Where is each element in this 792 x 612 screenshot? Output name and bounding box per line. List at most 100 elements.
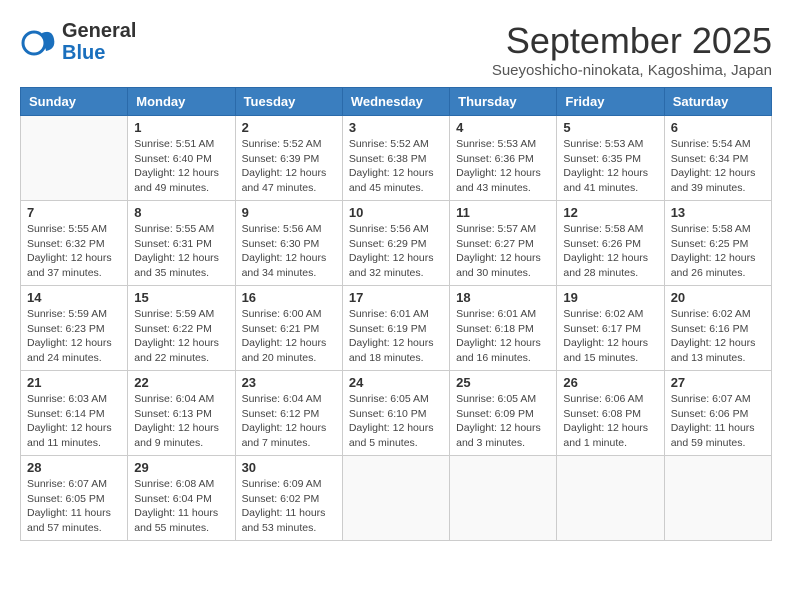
day-number: 21 bbox=[27, 375, 121, 390]
day-number: 29 bbox=[134, 460, 228, 475]
logo-icon bbox=[20, 23, 58, 61]
logo-blue: Blue bbox=[62, 42, 136, 64]
calendar-cell: 15 Sunrise: 5:59 AM Sunset: 6:22 PM Dayl… bbox=[128, 286, 235, 371]
day-info: Sunrise: 5:59 AM Sunset: 6:22 PM Dayligh… bbox=[134, 307, 228, 366]
day-number: 27 bbox=[671, 375, 765, 390]
day-info: Sunrise: 5:54 AM Sunset: 6:34 PM Dayligh… bbox=[671, 137, 765, 196]
day-number: 24 bbox=[349, 375, 443, 390]
day-number: 6 bbox=[671, 120, 765, 135]
day-info: Sunrise: 5:58 AM Sunset: 6:26 PM Dayligh… bbox=[563, 222, 657, 281]
weekday-tuesday: Tuesday bbox=[235, 88, 342, 116]
calendar-cell: 11 Sunrise: 5:57 AM Sunset: 6:27 PM Dayl… bbox=[450, 201, 557, 286]
day-number: 22 bbox=[134, 375, 228, 390]
calendar-cell bbox=[21, 116, 128, 201]
day-info: Sunrise: 5:57 AM Sunset: 6:27 PM Dayligh… bbox=[456, 222, 550, 281]
day-number: 2 bbox=[242, 120, 336, 135]
day-info: Sunrise: 6:01 AM Sunset: 6:19 PM Dayligh… bbox=[349, 307, 443, 366]
day-info: Sunrise: 5:53 AM Sunset: 6:35 PM Dayligh… bbox=[563, 137, 657, 196]
calendar-cell bbox=[342, 456, 449, 541]
day-info: Sunrise: 5:52 AM Sunset: 6:38 PM Dayligh… bbox=[349, 137, 443, 196]
weekday-saturday: Saturday bbox=[664, 88, 771, 116]
day-number: 15 bbox=[134, 290, 228, 305]
day-number: 14 bbox=[27, 290, 121, 305]
calendar-cell: 21 Sunrise: 6:03 AM Sunset: 6:14 PM Dayl… bbox=[21, 371, 128, 456]
day-info: Sunrise: 6:05 AM Sunset: 6:10 PM Dayligh… bbox=[349, 392, 443, 451]
day-info: Sunrise: 6:04 AM Sunset: 6:13 PM Dayligh… bbox=[134, 392, 228, 451]
weekday-thursday: Thursday bbox=[450, 88, 557, 116]
day-info: Sunrise: 6:02 AM Sunset: 6:16 PM Dayligh… bbox=[671, 307, 765, 366]
day-number: 7 bbox=[27, 205, 121, 220]
calendar-cell: 18 Sunrise: 6:01 AM Sunset: 6:18 PM Dayl… bbox=[450, 286, 557, 371]
calendar-week-5: 28 Sunrise: 6:07 AM Sunset: 6:05 PM Dayl… bbox=[21, 456, 772, 541]
day-info: Sunrise: 5:58 AM Sunset: 6:25 PM Dayligh… bbox=[671, 222, 765, 281]
day-number: 11 bbox=[456, 205, 550, 220]
day-info: Sunrise: 6:05 AM Sunset: 6:09 PM Dayligh… bbox=[456, 392, 550, 451]
weekday-wednesday: Wednesday bbox=[342, 88, 449, 116]
day-number: 8 bbox=[134, 205, 228, 220]
weekday-friday: Friday bbox=[557, 88, 664, 116]
day-info: Sunrise: 6:07 AM Sunset: 6:06 PM Dayligh… bbox=[671, 392, 765, 451]
day-number: 3 bbox=[349, 120, 443, 135]
calendar-cell: 20 Sunrise: 6:02 AM Sunset: 6:16 PM Dayl… bbox=[664, 286, 771, 371]
day-info: Sunrise: 5:59 AM Sunset: 6:23 PM Dayligh… bbox=[27, 307, 121, 366]
calendar-cell: 12 Sunrise: 5:58 AM Sunset: 6:26 PM Dayl… bbox=[557, 201, 664, 286]
calendar-cell: 14 Sunrise: 5:59 AM Sunset: 6:23 PM Dayl… bbox=[21, 286, 128, 371]
calendar-cell: 29 Sunrise: 6:08 AM Sunset: 6:04 PM Dayl… bbox=[128, 456, 235, 541]
day-info: Sunrise: 6:02 AM Sunset: 6:17 PM Dayligh… bbox=[563, 307, 657, 366]
weekday-header-row: SundayMondayTuesdayWednesdayThursdayFrid… bbox=[21, 88, 772, 116]
month-title: September 2025 bbox=[492, 20, 772, 62]
calendar-cell: 25 Sunrise: 6:05 AM Sunset: 6:09 PM Dayl… bbox=[450, 371, 557, 456]
day-number: 16 bbox=[242, 290, 336, 305]
calendar-cell: 22 Sunrise: 6:04 AM Sunset: 6:13 PM Dayl… bbox=[128, 371, 235, 456]
day-number: 19 bbox=[563, 290, 657, 305]
day-info: Sunrise: 6:01 AM Sunset: 6:18 PM Dayligh… bbox=[456, 307, 550, 366]
logo: General Blue bbox=[20, 20, 136, 64]
calendar-week-4: 21 Sunrise: 6:03 AM Sunset: 6:14 PM Dayl… bbox=[21, 371, 772, 456]
day-info: Sunrise: 6:08 AM Sunset: 6:04 PM Dayligh… bbox=[134, 477, 228, 536]
day-info: Sunrise: 5:56 AM Sunset: 6:30 PM Dayligh… bbox=[242, 222, 336, 281]
calendar-cell: 6 Sunrise: 5:54 AM Sunset: 6:34 PM Dayli… bbox=[664, 116, 771, 201]
day-info: Sunrise: 5:51 AM Sunset: 6:40 PM Dayligh… bbox=[134, 137, 228, 196]
location: Sueyoshicho-ninokata, Kagoshima, Japan bbox=[492, 62, 772, 79]
calendar-cell: 17 Sunrise: 6:01 AM Sunset: 6:19 PM Dayl… bbox=[342, 286, 449, 371]
calendar-cell: 4 Sunrise: 5:53 AM Sunset: 6:36 PM Dayli… bbox=[450, 116, 557, 201]
calendar-cell: 5 Sunrise: 5:53 AM Sunset: 6:35 PM Dayli… bbox=[557, 116, 664, 201]
day-number: 1 bbox=[134, 120, 228, 135]
logo-general: General bbox=[62, 20, 136, 42]
calendar-cell: 3 Sunrise: 5:52 AM Sunset: 6:38 PM Dayli… bbox=[342, 116, 449, 201]
calendar-cell: 8 Sunrise: 5:55 AM Sunset: 6:31 PM Dayli… bbox=[128, 201, 235, 286]
page-header: General Blue September 2025 Sueyoshicho-… bbox=[20, 20, 772, 79]
day-info: Sunrise: 6:06 AM Sunset: 6:08 PM Dayligh… bbox=[563, 392, 657, 451]
day-number: 26 bbox=[563, 375, 657, 390]
calendar-cell: 9 Sunrise: 5:56 AM Sunset: 6:30 PM Dayli… bbox=[235, 201, 342, 286]
calendar-cell: 26 Sunrise: 6:06 AM Sunset: 6:08 PM Dayl… bbox=[557, 371, 664, 456]
day-info: Sunrise: 5:55 AM Sunset: 6:32 PM Dayligh… bbox=[27, 222, 121, 281]
day-info: Sunrise: 6:07 AM Sunset: 6:05 PM Dayligh… bbox=[27, 477, 121, 536]
calendar-cell: 13 Sunrise: 5:58 AM Sunset: 6:25 PM Dayl… bbox=[664, 201, 771, 286]
calendar-cell: 24 Sunrise: 6:05 AM Sunset: 6:10 PM Dayl… bbox=[342, 371, 449, 456]
weekday-sunday: Sunday bbox=[21, 88, 128, 116]
day-number: 9 bbox=[242, 205, 336, 220]
day-number: 28 bbox=[27, 460, 121, 475]
day-number: 13 bbox=[671, 205, 765, 220]
title-block: September 2025 Sueyoshicho-ninokata, Kag… bbox=[492, 20, 772, 79]
calendar-cell: 10 Sunrise: 5:56 AM Sunset: 6:29 PM Dayl… bbox=[342, 201, 449, 286]
day-info: Sunrise: 6:04 AM Sunset: 6:12 PM Dayligh… bbox=[242, 392, 336, 451]
calendar-cell: 16 Sunrise: 6:00 AM Sunset: 6:21 PM Dayl… bbox=[235, 286, 342, 371]
day-number: 18 bbox=[456, 290, 550, 305]
calendar-table: SundayMondayTuesdayWednesdayThursdayFrid… bbox=[20, 87, 772, 541]
day-info: Sunrise: 5:56 AM Sunset: 6:29 PM Dayligh… bbox=[349, 222, 443, 281]
calendar-cell bbox=[450, 456, 557, 541]
day-number: 4 bbox=[456, 120, 550, 135]
day-number: 30 bbox=[242, 460, 336, 475]
day-info: Sunrise: 6:03 AM Sunset: 6:14 PM Dayligh… bbox=[27, 392, 121, 451]
day-info: Sunrise: 6:09 AM Sunset: 6:02 PM Dayligh… bbox=[242, 477, 336, 536]
day-number: 5 bbox=[563, 120, 657, 135]
calendar-cell: 27 Sunrise: 6:07 AM Sunset: 6:06 PM Dayl… bbox=[664, 371, 771, 456]
day-info: Sunrise: 5:55 AM Sunset: 6:31 PM Dayligh… bbox=[134, 222, 228, 281]
day-info: Sunrise: 5:53 AM Sunset: 6:36 PM Dayligh… bbox=[456, 137, 550, 196]
day-number: 23 bbox=[242, 375, 336, 390]
calendar-week-3: 14 Sunrise: 5:59 AM Sunset: 6:23 PM Dayl… bbox=[21, 286, 772, 371]
calendar-week-1: 1 Sunrise: 5:51 AM Sunset: 6:40 PM Dayli… bbox=[21, 116, 772, 201]
day-number: 20 bbox=[671, 290, 765, 305]
